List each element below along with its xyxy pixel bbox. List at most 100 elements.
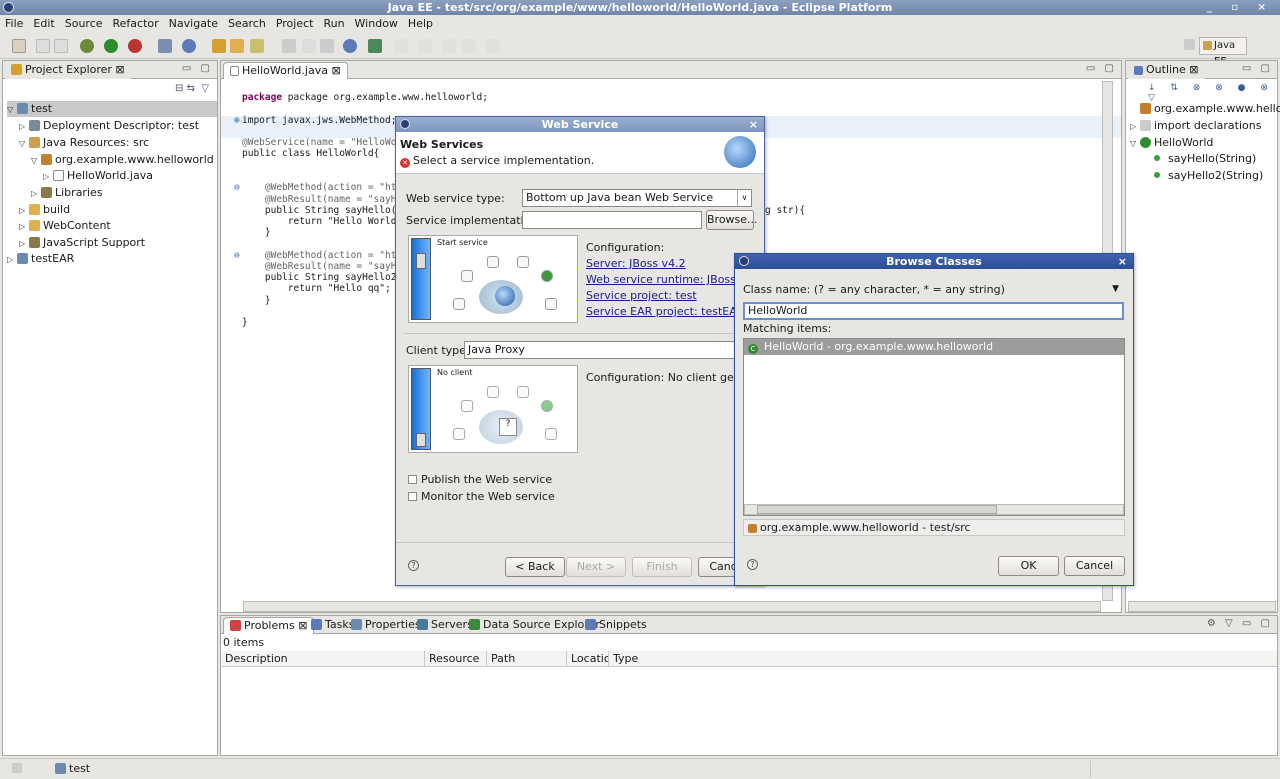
open-perspective-icon[interactable] bbox=[1184, 39, 1195, 50]
perspective-java-ee[interactable]: Java EE bbox=[1199, 37, 1247, 67]
save-icon[interactable] bbox=[36, 39, 50, 53]
publish-checkbox[interactable] bbox=[408, 475, 417, 484]
fast-view-icon[interactable] bbox=[12, 763, 22, 773]
service-ear-link[interactable]: Service EAR project: testEAR bbox=[586, 305, 744, 318]
code-line[interactable]: @WebResult(name = "sayHel bbox=[242, 261, 408, 272]
code-overflow[interactable]: g str){ bbox=[765, 205, 805, 216]
minimize-maximize-icon[interactable]: ▭ ▢ bbox=[1242, 63, 1273, 74]
code-line[interactable]: public String sayHello2( bbox=[242, 272, 402, 283]
minimize-maximize-icon[interactable]: ▭ ▢ bbox=[182, 63, 213, 74]
list-item[interactable]: C HelloWorld - org.example.www.helloworld bbox=[744, 339, 1124, 355]
menu-search[interactable]: Search bbox=[223, 15, 271, 32]
client-type-select[interactable]: Java Proxy bbox=[464, 341, 754, 359]
code-line[interactable]: } bbox=[242, 295, 271, 306]
column-description[interactable]: Description bbox=[221, 651, 425, 667]
service-level-slider[interactable] bbox=[411, 238, 431, 320]
tree-item[interactable]: ▽ Java Resources: src bbox=[19, 135, 149, 151]
editor-horizontal-scrollbar[interactable] bbox=[243, 601, 1101, 612]
outline-toolbar[interactable]: ↓ ⇅ ⊗ ⊗ ● ⊗ ▽ bbox=[1148, 83, 1277, 103]
minimize-maximize-icon[interactable]: ▭ ▢ bbox=[1086, 63, 1117, 74]
menu-run[interactable]: Run bbox=[318, 15, 349, 32]
monitor-checkbox[interactable] bbox=[408, 492, 417, 501]
window-controls[interactable]: _ ▫ × bbox=[1207, 0, 1274, 15]
globe-icon[interactable] bbox=[343, 39, 357, 53]
client-level-slider[interactable] bbox=[411, 368, 431, 450]
print-icon[interactable] bbox=[54, 39, 68, 53]
prev-annotation-icon[interactable] bbox=[418, 39, 432, 53]
list-horizontal-scrollbar[interactable] bbox=[744, 504, 1124, 515]
menu-navigate[interactable]: Navigate bbox=[164, 15, 223, 32]
runtime-link[interactable]: Web service runtime: JBossWS bbox=[586, 273, 754, 286]
new-server-icon[interactable] bbox=[158, 39, 172, 53]
tree-item[interactable]: ▷ build bbox=[19, 202, 70, 218]
outline-item[interactable]: sayHello2(String) bbox=[1154, 168, 1263, 184]
help-icon[interactable]: ? bbox=[747, 559, 758, 570]
next-annotation-icon[interactable] bbox=[394, 39, 408, 53]
menu-help[interactable]: Help bbox=[403, 15, 438, 32]
last-edit-icon[interactable] bbox=[442, 39, 456, 53]
cancel-button[interactable]: Cancel bbox=[1064, 556, 1125, 576]
help-icon[interactable]: ? bbox=[408, 560, 419, 571]
open-type-icon[interactable] bbox=[212, 39, 226, 53]
open-resource-icon[interactable] bbox=[230, 39, 244, 53]
back-icon[interactable] bbox=[462, 39, 476, 53]
web-service-icon[interactable] bbox=[368, 39, 382, 53]
code-line[interactable]: @WebMethod(action = "http bbox=[242, 182, 408, 193]
new-icon[interactable] bbox=[12, 39, 26, 53]
column-path[interactable]: Path bbox=[487, 651, 567, 667]
tree-item[interactable]: ▷ Libraries bbox=[31, 185, 103, 201]
code-line[interactable]: @WebService(name = "HelloWorl bbox=[242, 137, 408, 148]
service-project-link[interactable]: Service project: test bbox=[586, 289, 697, 302]
code-line[interactable]: package package org.example.www.hellowor… bbox=[242, 92, 488, 103]
class-search-input[interactable]: HelloWorld bbox=[743, 302, 1124, 320]
outline-horizontal-scrollbar[interactable] bbox=[1128, 601, 1276, 612]
finish-button[interactable]: Finish bbox=[632, 557, 692, 577]
code-line[interactable]: import javax.jws.WebMethod; bbox=[242, 115, 396, 126]
service-impl-input[interactable] bbox=[522, 211, 702, 229]
fold-icon[interactable]: ⊖ bbox=[234, 182, 240, 193]
ok-button[interactable]: OK bbox=[998, 556, 1059, 576]
code-line[interactable]: } bbox=[242, 317, 248, 328]
menu-project[interactable]: Project bbox=[271, 15, 319, 32]
forward-icon[interactable] bbox=[486, 39, 500, 53]
code-line[interactable]: public String sayHello(@W bbox=[242, 205, 408, 216]
external-tools-icon[interactable] bbox=[128, 39, 142, 53]
publish-label[interactable]: Publish the Web service bbox=[421, 473, 552, 486]
menu-file[interactable]: File bbox=[0, 15, 28, 32]
outline-item[interactable]: sayHello(String) bbox=[1154, 151, 1256, 167]
server-link[interactable]: Server: JBoss v4.2 bbox=[586, 257, 686, 270]
tab-outline[interactable]: Outline ⊠ bbox=[1128, 62, 1205, 79]
code-line[interactable]: @WebMethod(action = "http bbox=[242, 250, 408, 261]
code-line[interactable]: public class HelloWorld{ bbox=[242, 148, 379, 159]
close-icon[interactable]: × bbox=[749, 117, 758, 132]
outline-item[interactable]: ▽ HelloWorld bbox=[1130, 135, 1213, 151]
tree-item[interactable]: ▷ HelloWorld.java bbox=[43, 168, 153, 184]
tree-item[interactable]: ▷ JavaScript Support bbox=[19, 235, 145, 251]
code-line[interactable]: return "Hello World"; bbox=[242, 216, 408, 227]
tab-snippets[interactable]: Snippets bbox=[579, 617, 653, 634]
minimize-maximize-icon[interactable]: ⚙ ▽ ▭ ▢ bbox=[1207, 618, 1273, 629]
outline-item[interactable]: org.example.www.hellowor bbox=[1140, 101, 1280, 117]
next-button[interactable]: Next > bbox=[566, 557, 626, 577]
column-location[interactable]: Location bbox=[567, 651, 609, 667]
tab-helloworld-java[interactable]: HelloWorld.java ⊠ bbox=[223, 62, 348, 79]
tree-item[interactable]: ▷ testEAR bbox=[7, 251, 74, 267]
monitor-label[interactable]: Monitor the Web service bbox=[421, 490, 555, 503]
ws-type-select[interactable]: Bottom up Java bean Web Service ∨ bbox=[522, 189, 752, 207]
menu-window[interactable]: Window bbox=[350, 15, 403, 32]
tab-project-explorer[interactable]: Project Explorer ⊠ bbox=[5, 62, 131, 79]
tree-item[interactable]: ▷ WebContent bbox=[19, 218, 111, 234]
tree-item[interactable]: ▷ Deployment Descriptor: test bbox=[19, 118, 199, 134]
close-icon[interactable]: × bbox=[1118, 254, 1127, 269]
column-type[interactable]: Type bbox=[609, 651, 669, 667]
code-line[interactable]: @WebResult(name = "sayHel bbox=[242, 194, 408, 205]
annotation-next-icon[interactable] bbox=[302, 39, 316, 53]
back-button[interactable]: < Back bbox=[505, 557, 565, 577]
view-toolbar[interactable]: ⊟ ⇆ ▽ bbox=[175, 83, 209, 94]
run-icon[interactable] bbox=[104, 39, 118, 53]
code-line[interactable]: return "Hello qq"; bbox=[242, 283, 391, 294]
search-icon[interactable] bbox=[250, 39, 264, 53]
column-resource[interactable]: Resource bbox=[425, 651, 487, 667]
view-menu-icon[interactable]: ▼ bbox=[1112, 284, 1119, 294]
annotation-icon[interactable] bbox=[282, 39, 296, 53]
